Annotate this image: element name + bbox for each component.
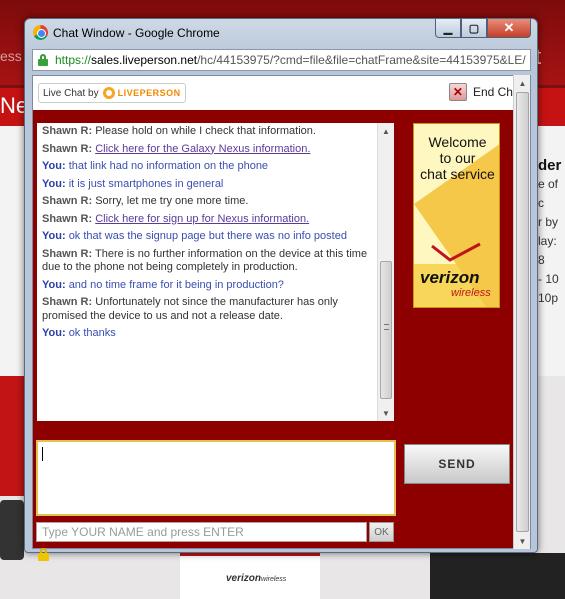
bg-right-line: - 10	[538, 272, 559, 286]
lock-icon	[38, 54, 48, 66]
verizon-ad[interactable]: Welcome to our chat service verizon wire…	[413, 123, 500, 308]
minimize-button[interactable]: ▁	[435, 19, 461, 38]
message-sender: Shawn R:	[42, 247, 93, 260]
chat-message: You: ok thanks	[42, 327, 372, 341]
chat-message: Shawn R: Please hold on while I check th…	[42, 125, 372, 139]
url-text[interactable]: https://sales.liveperson.net/hc/44153975…	[55, 53, 529, 67]
transcript-scrollbar[interactable]: ▲ ▼	[377, 123, 394, 421]
message-text: and no time frame for it being in produc…	[68, 278, 284, 291]
window-scroll-up-icon[interactable]: ▲	[514, 75, 531, 91]
maximize-button[interactable]: ▢	[461, 19, 487, 38]
chat-header: Live Chat by LIVEPERSON ✕ End Chat	[33, 76, 530, 110]
message-input[interactable]	[36, 440, 396, 516]
end-chat-x-icon: ✕	[448, 83, 467, 101]
name-input[interactable]	[37, 523, 366, 541]
text-caret	[42, 447, 43, 461]
chat-message: Shawn R: Sorry, let me try one more time…	[42, 195, 372, 209]
send-button[interactable]: SEND	[404, 444, 510, 484]
bg-right-line: 10p	[538, 291, 559, 305]
bg-right-line: der	[538, 157, 562, 174]
message-sender: You:	[42, 177, 66, 190]
bg-right-line: r by	[538, 215, 559, 229]
end-chat-button[interactable]: ✕ End Chat	[448, 82, 523, 102]
chat-popup-window: Chat Window - Google Chrome ▁ ▢ ✕ https:…	[24, 18, 538, 561]
badge-text: Live Chat by	[43, 87, 99, 99]
message-sender: Shawn R:	[42, 296, 93, 308]
window-title: Chat Window - Google Chrome	[53, 26, 220, 40]
chat-message: You: it is just smartphones in general	[42, 178, 372, 192]
bg-right-text: der e of c r by lay: 8 - 10 10p	[538, 156, 565, 308]
message-text: that link had no information on the phon…	[68, 160, 269, 172]
message-sender: You:	[42, 327, 66, 339]
liveperson-badge[interactable]: Live Chat by LIVEPERSON	[38, 83, 186, 103]
scroll-up-arrow-icon[interactable]: ▲	[378, 123, 394, 139]
chrome-icon	[33, 25, 48, 40]
message-sender: You:	[42, 160, 66, 172]
bg-verizon-logo: verizonwireless	[226, 573, 287, 584]
message-link[interactable]: Click here for sign up for Nexus informa…	[95, 213, 309, 225]
bg-right-line: lay: 8	[538, 234, 557, 267]
message-sender: You:	[42, 230, 66, 242]
bg-phone-image	[0, 500, 24, 560]
chat-transcript: Shawn R: Please hold on while I check th…	[37, 123, 394, 421]
window-scroll-thumb[interactable]	[516, 92, 529, 532]
window-scroll-down-icon[interactable]: ▼	[514, 533, 531, 549]
scroll-thumb[interactable]	[380, 261, 392, 399]
name-field[interactable]	[36, 522, 367, 542]
ok-button[interactable]: OK	[369, 522, 394, 542]
chat-message: You: and no time frame for it being in p…	[42, 279, 372, 293]
verizon-check-icon	[431, 242, 481, 262]
address-bar[interactable]: https://sales.liveperson.net/hc/44153975…	[32, 49, 531, 71]
bg-right-line: e of c	[538, 177, 559, 210]
ad-brand-sub: wireless	[451, 287, 491, 299]
secure-lock-icon	[38, 548, 49, 561]
message-sender: Shawn R:	[42, 125, 93, 137]
message-text: Sorry, let me try one more time.	[95, 195, 249, 207]
message-text: ok thanks	[68, 327, 116, 339]
badge-brand: LIVEPERSON	[117, 88, 181, 98]
ad-brand: verizon	[420, 268, 480, 287]
message-text: it is just smartphones in general	[68, 177, 224, 190]
close-button[interactable]: ✕	[487, 19, 531, 38]
window-scrollbar[interactable]: ▲ ▼	[513, 75, 530, 549]
message-sender: Shawn R:	[42, 195, 93, 207]
chat-message: Shawn R: Unfortunately not since the man…	[42, 296, 372, 323]
message-text: Please hold on while I check that inform…	[95, 125, 316, 137]
chat-message[interactable]: Shawn R: Click here for sign up for Nexu…	[42, 213, 372, 227]
message-list: Shawn R: Please hold on while I check th…	[42, 125, 372, 345]
scroll-down-arrow-icon[interactable]: ▼	[378, 405, 394, 421]
chat-message: You: ok that was the signup page but the…	[42, 230, 372, 244]
liveperson-logo-icon	[102, 87, 115, 99]
ad-welcome-text: Welcome to our chat service	[420, 134, 495, 182]
message-sender: Shawn R:	[42, 212, 93, 225]
message-text: ok that was the signup page but there wa…	[68, 230, 347, 242]
title-bar[interactable]: Chat Window - Google Chrome ▁ ▢ ✕	[25, 19, 537, 47]
chat-message[interactable]: Shawn R: Click here for the Galaxy Nexus…	[42, 143, 372, 157]
chat-message: Shawn R: There is no further information…	[42, 248, 372, 275]
message-sender: You:	[42, 278, 66, 291]
message-link[interactable]: Click here for the Galaxy Nexus informat…	[95, 143, 310, 155]
chat-message: You: that link had no information on the…	[42, 160, 372, 174]
bg-laptop-image	[430, 553, 565, 599]
chat-app: Live Chat by LIVEPERSON ✕ End Chat Shawn…	[32, 75, 531, 561]
message-sender: Shawn R:	[42, 142, 93, 155]
window-controls: ▁ ▢ ✕	[435, 19, 531, 39]
